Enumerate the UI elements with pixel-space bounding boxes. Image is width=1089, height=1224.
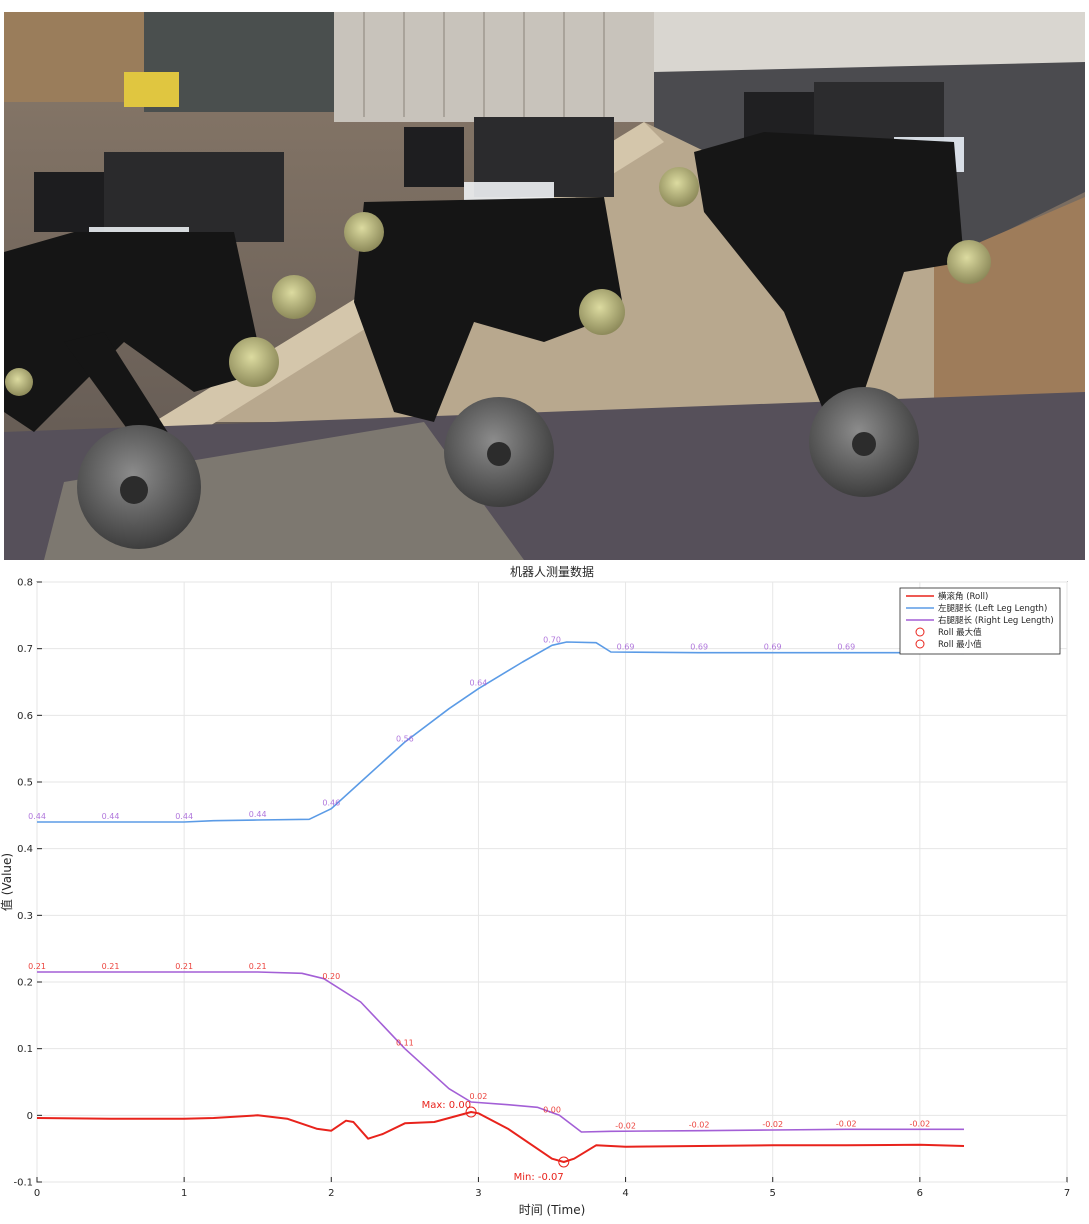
y-tick-label: 0.5 <box>17 778 33 789</box>
data-label: -0.02 <box>615 1121 636 1130</box>
data-label: 0.21 <box>28 962 46 971</box>
y-tick-label: 0 <box>27 1111 33 1122</box>
data-label: 0.64 <box>470 679 488 688</box>
legend-label: Roll 最小值 <box>938 639 982 650</box>
data-label: 0.44 <box>102 812 120 821</box>
x-tick-label: 7 <box>1064 1188 1070 1199</box>
y-axis-label: 值 (Value) <box>0 853 14 911</box>
data-label: 0.11 <box>396 1039 414 1048</box>
data-label: -0.02 <box>910 1119 931 1128</box>
data-label: 0.44 <box>249 810 267 819</box>
legend-label: Roll 最大值 <box>938 627 982 638</box>
data-label: -0.02 <box>762 1120 783 1129</box>
x-tick-label: 0 <box>34 1188 40 1199</box>
data-label: 0.00 <box>543 1105 561 1114</box>
y-tick-label: 0.1 <box>17 1044 33 1055</box>
chart: 0.44 0.44 0.44 0.440.460.560.640.700.69 0.69… <box>0 564 1070 1217</box>
data-label: -0.02 <box>689 1121 710 1130</box>
x-tick-label: 2 <box>328 1188 334 1199</box>
y-tick-label: 0.4 <box>17 844 33 855</box>
y-tick-label: 0.2 <box>17 978 33 989</box>
x-tick-label: 1 <box>181 1188 187 1199</box>
y-tick-label: 0.6 <box>17 711 33 722</box>
data-label: 0.46 <box>322 799 340 808</box>
x-tick-label: 5 <box>770 1188 776 1199</box>
data-label: 0.69 <box>837 643 855 652</box>
data-label: 0.21 <box>249 962 267 971</box>
y-tick-label: 0.3 <box>17 911 33 922</box>
chart-title: 机器人测量数据 <box>510 564 594 579</box>
legend-label: 左腿腿长 (Left Leg Length) <box>938 603 1047 614</box>
data-label: 0.20 <box>322 972 340 981</box>
legend-label: 右腿腿长 (Right Leg Length) <box>938 615 1054 626</box>
robot-photo <box>4 12 1085 560</box>
y-tick-label: -0.1 <box>13 1178 33 1189</box>
data-label: 0.69 <box>690 643 708 652</box>
legend-label: 横滚角 (Roll) <box>938 591 988 602</box>
data-label: 0.70 <box>543 635 561 644</box>
y-tick-label: 0.8 <box>17 578 33 589</box>
data-label: -0.02 <box>836 1119 857 1128</box>
roll-max-label: Max: 0.00 <box>422 1100 472 1111</box>
data-label: 0.44 <box>175 812 193 821</box>
data-label: 0.69 <box>764 643 782 652</box>
plot-area <box>36 581 1068 1183</box>
legend: 横滚角 (Roll)左腿腿长 (Left Leg Length)右腿腿长 (Ri… <box>899 587 1061 655</box>
data-label: 0.44 <box>28 812 46 821</box>
x-tick-label: 6 <box>917 1188 923 1199</box>
roll-min-label: Min: -0.07 <box>514 1172 564 1183</box>
data-label: 0.21 <box>175 962 193 971</box>
data-label: 0.02 <box>470 1092 488 1101</box>
data-label: 0.21 <box>102 962 120 971</box>
x-tick-label: 4 <box>622 1188 628 1199</box>
data-label: 0.69 <box>617 643 635 652</box>
x-tick-label: 3 <box>475 1188 481 1199</box>
x-axis-label: 时间 (Time) <box>519 1203 586 1217</box>
y-tick-label: 0.7 <box>17 644 33 655</box>
data-label: 0.56 <box>396 735 414 744</box>
